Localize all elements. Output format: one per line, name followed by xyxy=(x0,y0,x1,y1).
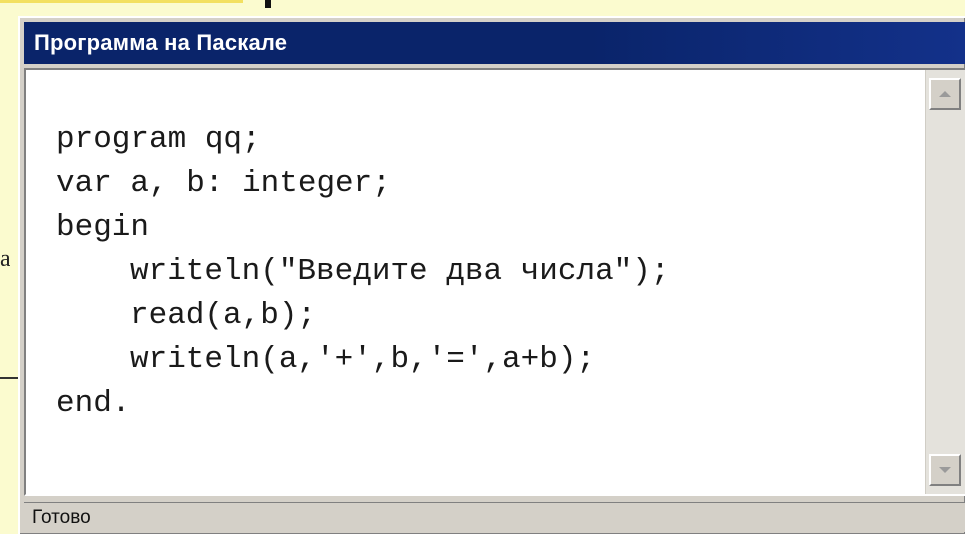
title-bar[interactable]: Программа на Паскале xyxy=(24,22,965,64)
background-text-fragment: а xyxy=(0,246,10,272)
background-line-fragment xyxy=(0,377,18,379)
code-line-begin: begin xyxy=(56,210,150,245)
code-line-program: program qq; xyxy=(56,122,261,157)
code-line-read: read(a,b); xyxy=(130,298,317,333)
status-text: Готово xyxy=(32,506,91,528)
window-title: Программа на Паскале xyxy=(34,30,288,55)
slide-background: а Программа на Паскале program qq; var a… xyxy=(0,0,965,534)
code-editor[interactable]: program qq; var a, b: integer; begin wri… xyxy=(24,68,965,496)
arrow-up-icon xyxy=(939,91,951,97)
status-bar: Готово xyxy=(24,502,965,532)
code-line-writeln-prompt: writeln("Введите два числа"); xyxy=(130,254,670,289)
scroll-down-button[interactable] xyxy=(929,454,961,486)
top-accent-line xyxy=(0,0,243,3)
vertical-scrollbar[interactable] xyxy=(925,70,965,494)
code-area[interactable]: program qq; var a, b: integer; begin wri… xyxy=(26,70,925,494)
scroll-up-button[interactable] xyxy=(929,78,961,110)
code-line-var: var a, b: integer; xyxy=(56,166,391,201)
arrow-down-icon xyxy=(939,467,951,473)
code-line-writeln-sum: writeln(a,'+',b,'=',a+b); xyxy=(130,342,596,377)
code-line-end: end. xyxy=(56,386,131,421)
pascal-program-window: Программа на Паскале program qq; var a, … xyxy=(18,16,965,534)
top-dark-mark xyxy=(265,0,271,8)
